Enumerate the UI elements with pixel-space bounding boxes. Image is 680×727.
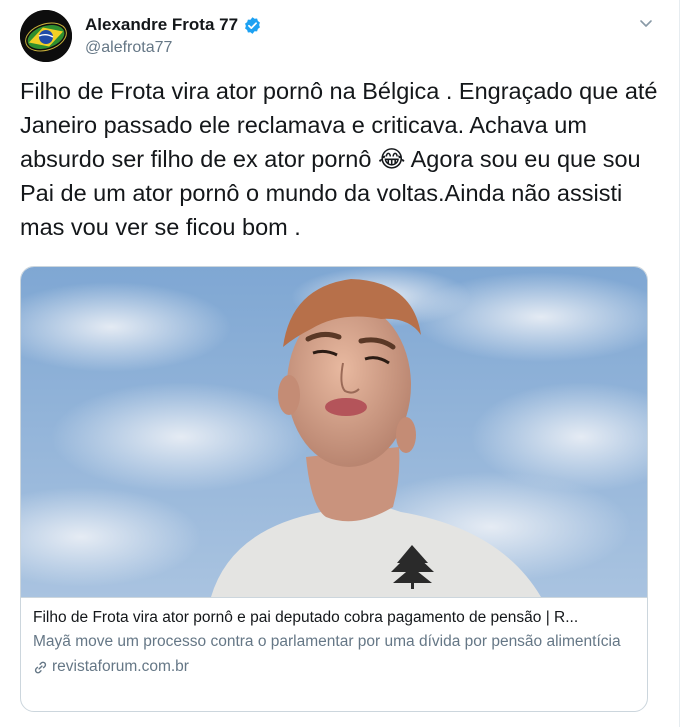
verified-badge-icon [243,16,262,35]
display-name[interactable]: Alexandre Frota 77 [85,15,238,35]
tweet-header: Alexandre Frota 77 @alefrota77 [20,10,659,66]
link-icon [33,660,48,675]
card-image [21,267,647,597]
avatar-flag-logo [20,10,72,62]
link-card[interactable]: Filho de Frota vira ator pornô e pai dep… [20,266,648,712]
handle[interactable]: @alefrota77 [85,39,172,57]
card-title[interactable]: Filho de Frota vira ator pornô e pai dep… [33,608,635,628]
avatar[interactable] [20,10,72,62]
card-domain[interactable]: revistaforum.com.br [33,658,635,676]
name-row: Alexandre Frota 77 [85,15,262,35]
tweet-text: Filho de Frota vira ator pornô na Bélgic… [20,78,658,240]
card-description: Mayã move um processo contra o parlament… [33,633,621,650]
tweet: Alexandre Frota 77 @alefrota77 Filho de … [0,0,680,727]
card-body: Filho de Frota vira ator pornô e pai dep… [21,597,647,676]
card-domain-text: revistaforum.com.br [52,658,189,675]
chevron-down-icon[interactable] [637,14,655,32]
